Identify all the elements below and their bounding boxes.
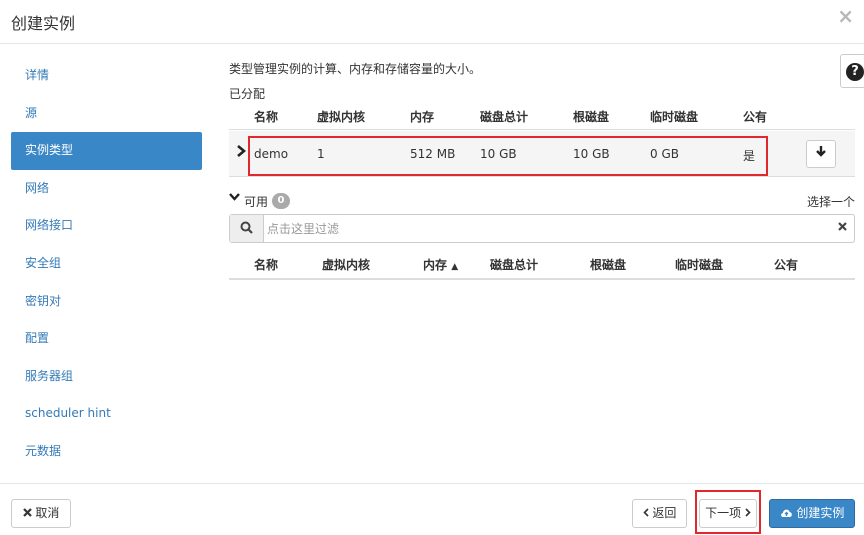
- close-icon: [22, 508, 32, 517]
- sidebar-item-details[interactable]: 详情: [11, 57, 202, 95]
- filter-input[interactable]: [266, 215, 826, 242]
- row-highlight-annotation: [248, 136, 768, 176]
- next-button[interactable]: 下一项: [699, 499, 757, 528]
- sidebar-item-server-groups[interactable]: 服务器组: [11, 358, 202, 396]
- column-disk-total[interactable]: 磁盘总计: [490, 256, 538, 273]
- chevron-right-icon: [745, 508, 751, 517]
- available-count-badge: 0: [272, 193, 290, 209]
- sidebar-item-metadata[interactable]: 元数据: [11, 433, 202, 471]
- available-heading[interactable]: 可用: [244, 193, 268, 210]
- deallocate-button[interactable]: [806, 140, 836, 168]
- search-icon: [230, 215, 264, 242]
- chevron-left-icon: [642, 508, 649, 517]
- arrow-down-icon: [816, 146, 826, 157]
- sidebar-item-security-groups[interactable]: 安全组: [11, 245, 202, 283]
- back-button[interactable]: 返回: [632, 499, 687, 528]
- column-ram: 内存: [410, 110, 435, 124]
- back-label: 返回: [652, 506, 677, 520]
- column-public: 公有: [743, 110, 768, 124]
- sidebar-item-networks[interactable]: 网络: [11, 170, 202, 208]
- cancel-button[interactable]: 取消: [11, 499, 71, 528]
- flavor-description: 类型管理实例的计算、内存和存储容量的大小。: [229, 62, 482, 76]
- column-root-disk[interactable]: 根磁盘: [590, 256, 626, 273]
- column-vcpus: 虚拟内核: [317, 110, 366, 124]
- column-vcpus[interactable]: 虚拟内核: [322, 256, 370, 273]
- help-button[interactable]: ?: [840, 54, 864, 88]
- chevron-down-icon[interactable]: [229, 192, 240, 205]
- available-table-header: 名称 虚拟内核 内存 ▲ 磁盘总计 根磁盘 临时磁盘 公有: [229, 252, 855, 280]
- sort-asc-icon: ▲: [451, 262, 459, 272]
- close-icon[interactable]: ×: [837, 4, 854, 28]
- column-name: 名称: [254, 110, 279, 124]
- available-section-header: 可用 0 选择一个: [229, 192, 855, 210]
- sidebar-item-key-pair[interactable]: 密钥对: [11, 283, 202, 321]
- sidebar-item-configuration[interactable]: 配置: [11, 320, 202, 358]
- column-public[interactable]: 公有: [774, 256, 798, 273]
- filter-box: [229, 214, 855, 243]
- table-row: demo 1 512 MB 10 GB 10 GB 0 GB 是: [229, 131, 855, 177]
- column-ram-label: 内存: [423, 258, 448, 272]
- next-label: 下一项: [705, 506, 742, 520]
- column-ram[interactable]: 内存 ▲: [423, 256, 458, 273]
- allocated-table-header: 名称 虚拟内核 内存 磁盘总计 根磁盘 临时磁盘 公有: [229, 104, 855, 130]
- question-icon: ?: [846, 63, 864, 81]
- sidebar-item-flavor[interactable]: 实例类型: [11, 132, 202, 170]
- sidebar-item-scheduler-hint[interactable]: scheduler hint: [11, 395, 202, 433]
- select-one-hint: 选择一个: [806, 195, 855, 209]
- wizard-sidebar: 详情 源 实例类型 网络 网络接口 安全组 密钥对 配置 服务器组 schedu…: [11, 57, 202, 471]
- sidebar-item-source[interactable]: 源: [11, 95, 202, 133]
- create-instance-button[interactable]: 创建实例: [769, 499, 855, 528]
- allocated-heading: 已分配: [229, 87, 266, 101]
- sidebar-item-network-ports[interactable]: 网络接口: [11, 207, 202, 245]
- modal-footer: 取消 返回 下一项 创建实例: [0, 483, 864, 535]
- column-disk-total: 磁盘总计: [480, 110, 529, 124]
- column-ephemeral-disk[interactable]: 临时磁盘: [675, 256, 723, 273]
- column-ephemeral-disk: 临时磁盘: [650, 110, 699, 124]
- column-name[interactable]: 名称: [254, 256, 278, 273]
- column-root-disk: 根磁盘: [573, 110, 610, 124]
- cloud-upload-icon: [780, 509, 792, 517]
- cancel-label: 取消: [35, 506, 60, 520]
- create-instance-label: 创建实例: [796, 506, 845, 520]
- expand-chevron-icon[interactable]: [236, 145, 247, 161]
- clear-filter-icon[interactable]: [838, 220, 847, 235]
- modal-header: 创建实例 ×: [0, 0, 864, 44]
- modal-title: 创建实例: [11, 14, 76, 33]
